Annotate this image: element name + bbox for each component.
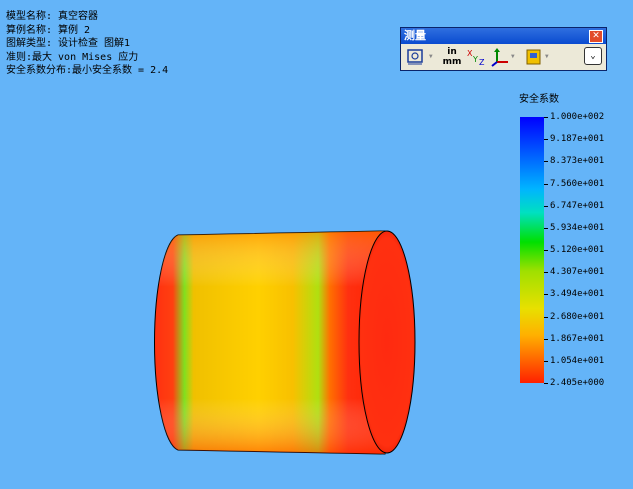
cylinder-model[interactable] <box>154 230 416 455</box>
model-viewport[interactable] <box>0 0 633 489</box>
cylinder-end-cap <box>358 230 416 454</box>
cylinder-body-shading <box>154 231 385 454</box>
